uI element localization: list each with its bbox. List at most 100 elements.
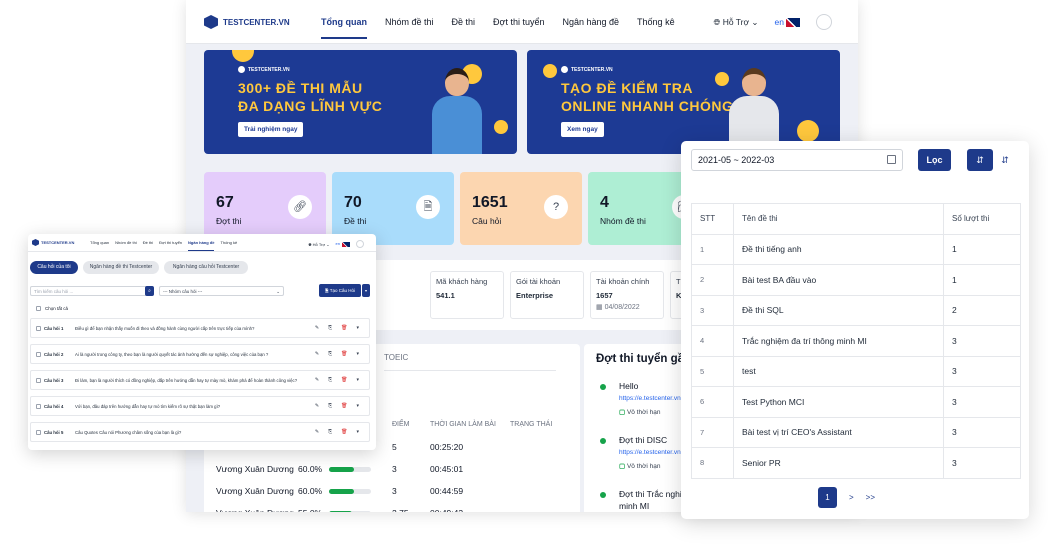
page-1-button[interactable]: 1 xyxy=(818,487,837,508)
question-row[interactable]: Câu hỏi 2 Ai là người trong công ty, theo… xyxy=(30,344,370,364)
tab-question-bank[interactable]: Ngân hàng câu hỏi Testcenter xyxy=(164,261,248,274)
tab-toeic[interactable]: TOEIC xyxy=(384,353,408,362)
copy-icon[interactable]: ⎘ xyxy=(328,351,332,357)
delete-icon[interactable]: 🗑︎ xyxy=(341,403,347,409)
tab-exam-bank[interactable]: Ngân hàng đề thi Testcenter xyxy=(83,261,159,274)
nav-overview[interactable]: Tổng quan xyxy=(321,17,367,39)
chevron-down-icon[interactable]: ▾ xyxy=(356,429,359,435)
language-switch[interactable]: en xyxy=(775,17,800,28)
stat-card-questions[interactable]: 1651 Câu hỏi ? xyxy=(460,172,582,245)
search-icon[interactable]: ⌕ xyxy=(145,286,154,296)
stat-label: Nhóm đề thi xyxy=(600,216,646,226)
tab-my-questions[interactable]: Câu hỏi của tôi xyxy=(30,261,78,274)
view-now-button[interactable]: Xem ngay xyxy=(561,122,604,137)
recruit-limit: ▢ Vô thời hạn xyxy=(619,408,661,416)
nav-exam-groups[interactable]: Nhóm đề thi xyxy=(115,240,137,251)
question-group-select[interactable]: --- Nhóm câu hỏi --- ⌄ xyxy=(159,286,284,296)
avatar[interactable] xyxy=(816,14,832,30)
nav-exams[interactable]: Đề thi xyxy=(452,17,476,39)
table-row[interactable]: 7 Bài test vị trí CEO's Assistant 3 xyxy=(691,416,1021,448)
recruit-url[interactable]: https://e.testcenter.vn xyxy=(619,395,681,402)
edit-icon[interactable]: ✎ xyxy=(315,377,319,383)
create-question-button[interactable]: 🗎︎ Tạo Câu Hỏi xyxy=(319,284,361,297)
brand-logo[interactable]: TESTCENTER.VN xyxy=(32,239,74,246)
avatar[interactable] xyxy=(356,240,364,248)
delete-icon[interactable]: 🗑︎ xyxy=(341,325,347,331)
nav-recruitment[interactable]: Đợt thi tuyển xyxy=(159,240,182,251)
try-now-button[interactable]: Trải nghiệm ngay xyxy=(238,122,304,137)
nav-recruitment[interactable]: Đợt thi tuyển xyxy=(493,17,544,39)
table-row[interactable]: 4 Trắc nghiệm đa trí thông minh MI 3 xyxy=(691,325,1021,357)
chevron-down-icon[interactable]: ▾ xyxy=(356,325,359,331)
checkbox-icon[interactable] xyxy=(36,430,41,435)
edit-icon[interactable]: ✎ xyxy=(315,403,319,409)
nav-overview[interactable]: Tổng quan xyxy=(90,240,109,251)
support-menu[interactable]: 🌐︎ Hỗ Trợ ⌄ xyxy=(714,17,759,28)
banner-brand-text: TESTCENTER.VN xyxy=(571,66,613,73)
copy-icon[interactable]: ⎘ xyxy=(328,403,332,409)
question-row[interactable]: Câu hỏi 1 Điều gì để bạn nhận thấy muốn đ… xyxy=(30,318,370,338)
table-row[interactable]: 2 Bài test BA đầu vào 1 xyxy=(691,264,1021,296)
copy-icon[interactable]: ⎘ xyxy=(328,377,332,383)
recruit-limit-text: Vô thời hạn xyxy=(626,409,661,416)
table-row[interactable]: 5 test 3 xyxy=(691,355,1021,387)
brand-logo[interactable]: TESTCENTER.VN xyxy=(204,15,290,29)
top-navbar: TESTCENTER.VN Tổng quan Nhóm đề thi Đề t… xyxy=(28,234,376,252)
table-row[interactable]: 3 Đề thi SQL 2 xyxy=(691,294,1021,326)
question-row[interactable]: Câu hỏi 4 Với bạn, đâu đáp trên hướng dẫn… xyxy=(30,396,370,416)
table-row[interactable]: 6 Test Python MCI 3 xyxy=(691,386,1021,418)
checkbox-icon[interactable] xyxy=(36,352,41,357)
delete-icon[interactable]: 🗑︎ xyxy=(341,351,347,357)
row-attempts: 3 xyxy=(943,386,1021,418)
nav-question-bank[interactable]: Ngân hàng đề xyxy=(562,17,619,39)
col-attempts: Số lượt thi xyxy=(943,203,1021,235)
support-menu[interactable]: 🌐︎ Hỗ Trợ ⌄ xyxy=(308,242,329,247)
chevron-down-icon[interactable]: ▾ xyxy=(356,351,359,357)
question-row[interactable]: Câu hỏi 5 Câu Quotes Câu nói Phương châm … xyxy=(30,422,370,442)
table-row[interactable]: 1 Đề thi tiếng anh 1 xyxy=(691,233,1021,265)
search-input[interactable]: Tìm kiếm câu hỏi ... xyxy=(30,286,147,296)
checkbox-icon[interactable] xyxy=(36,404,41,409)
calendar-icon: ▢ xyxy=(619,463,626,470)
edit-icon[interactable]: ✎ xyxy=(315,325,319,331)
row-exam-name: Trắc nghiệm đa trí thông minh MI xyxy=(733,325,944,357)
brand-name: TESTCENTER.VN xyxy=(223,17,290,27)
checkbox-icon[interactable] xyxy=(36,326,41,331)
sort-desc-icon[interactable]: ⇵ xyxy=(967,149,993,171)
delete-icon[interactable]: 🗑︎ xyxy=(341,429,347,435)
chevron-down-icon[interactable]: ▾ xyxy=(356,377,359,383)
table-row[interactable]: 8 Senior PR 3 xyxy=(691,447,1021,479)
question-row[interactable]: Câu hỏi 3 Đi làm, bạn là người thích có đ… xyxy=(30,370,370,390)
language-switch[interactable]: en xyxy=(336,241,350,247)
checkbox-icon[interactable] xyxy=(36,378,41,383)
row-exam-name: Bài test BA đầu vào xyxy=(733,264,944,296)
edit-icon[interactable]: ✎ xyxy=(315,351,319,357)
recruit-url[interactable]: https://e.testcenter.vn xyxy=(619,449,681,456)
calendar-icon: ▢ xyxy=(619,409,626,416)
percent: 60.0% xyxy=(298,486,323,496)
nav-exams[interactable]: Đề thi xyxy=(143,240,153,251)
promo-banner-templates[interactable]: TESTCENTER.VN 300+ ĐỀ THI MẪU ĐA DẠNG LĨN… xyxy=(204,50,517,154)
last-page-button[interactable]: >> xyxy=(866,493,875,502)
nav-statistics[interactable]: Thống kê xyxy=(637,17,675,39)
question-text: Điều gì để bạn nhận thấy muốn đi theo và… xyxy=(75,326,255,331)
main-nav: Tổng quan Nhóm đề thi Đề thi Đợt thi tuy… xyxy=(90,240,237,251)
copy-icon[interactable]: ⎘ xyxy=(328,325,332,331)
promo-banner-online[interactable]: TESTCENTER.VN TẠO ĐỀ KIỂM TRA ONLINE NHAN… xyxy=(527,50,840,154)
chevron-down-icon[interactable]: ▾ xyxy=(356,403,359,409)
chevron-down-icon[interactable]: ▾ xyxy=(362,284,370,297)
stat-label: Câu hỏi xyxy=(472,216,502,226)
date-range-picker[interactable]: 2021-05 ~ 2022-03 xyxy=(691,149,903,171)
row-stt: 4 xyxy=(691,325,734,357)
nav-statistics[interactable]: Thống kê xyxy=(220,240,237,251)
next-page-button[interactable]: > xyxy=(849,493,854,502)
nav-question-bank[interactable]: Ngân hàng đề xyxy=(188,240,215,251)
nav-exam-groups[interactable]: Nhóm đề thi xyxy=(385,17,434,39)
filter-button[interactable]: Lọc xyxy=(918,149,951,171)
copy-icon[interactable]: ⎘ xyxy=(328,429,332,435)
calendar-icon: ▦ xyxy=(596,304,603,311)
select-all[interactable]: Chọn tất cả xyxy=(36,306,68,311)
sort-asc-icon[interactable]: ⇵ xyxy=(997,149,1013,171)
delete-icon[interactable]: 🗑︎ xyxy=(341,377,347,383)
edit-icon[interactable]: ✎ xyxy=(315,429,319,435)
